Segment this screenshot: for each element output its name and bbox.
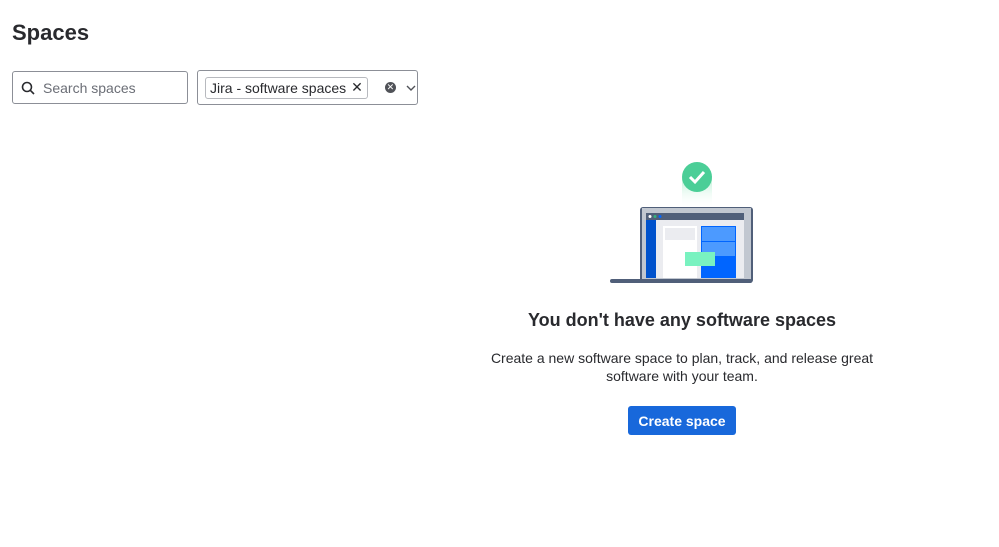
page-title: Spaces bbox=[12, 20, 90, 45]
search-icon bbox=[21, 81, 35, 95]
remove-tag-icon[interactable]: ✕ bbox=[351, 79, 363, 96]
chevron-down-icon[interactable] bbox=[406, 85, 416, 91]
filter-tag-label: Jira - software spaces bbox=[210, 79, 347, 96]
filter-tag: Jira - software spaces ✕ bbox=[205, 76, 368, 99]
empty-state-title: You don't have any software spaces bbox=[527, 310, 837, 330]
empty-state-description: Create a new software space to plan, tra… bbox=[490, 350, 874, 384]
space-type-filter[interactable]: Jira - software spaces ✕ ✕ bbox=[197, 70, 418, 105]
search-input[interactable] bbox=[41, 78, 175, 97]
laptop-illustration bbox=[609, 162, 753, 283]
search-field[interactable] bbox=[12, 71, 188, 104]
clear-icon[interactable]: ✕ bbox=[384, 82, 396, 93]
create-space-button[interactable]: Create space bbox=[628, 406, 736, 435]
empty-state: You don't have any software spaces Creat… bbox=[482, 160, 882, 435]
